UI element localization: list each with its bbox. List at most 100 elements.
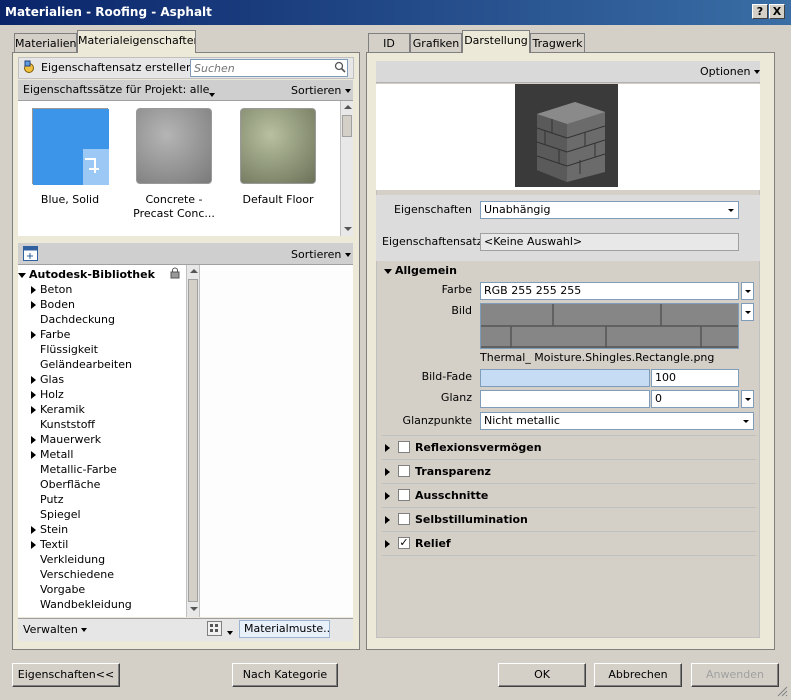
tree-item[interactable]: Wandbekleidung	[31, 597, 132, 612]
eigenschaften-select[interactable]: Unabhängig	[480, 201, 739, 219]
section-allgemein[interactable]: Allgemein	[384, 264, 457, 277]
view-grid-icon[interactable]	[207, 621, 222, 636]
section-row[interactable]: Transparenz	[382, 460, 756, 484]
chevron-down-icon	[344, 253, 351, 257]
chevron-right-icon[interactable]	[31, 301, 36, 309]
bildfade-input[interactable]: 100	[651, 369, 739, 387]
tree-item[interactable]: Beton	[31, 282, 72, 297]
section-checkbox[interactable]	[398, 441, 410, 453]
chevron-right-icon[interactable]	[31, 526, 36, 534]
thumb-blue-solid[interactable]	[32, 108, 109, 185]
section-row[interactable]: Reflexionsvermögen	[382, 436, 756, 460]
tree-item[interactable]: Textil	[31, 537, 68, 552]
section-row[interactable]: Ausschnitte	[382, 484, 756, 508]
sort-button[interactable]: Sortieren	[291, 84, 354, 97]
chevron-right-icon[interactable]	[31, 286, 36, 294]
section-checkbox[interactable]: ✓	[398, 537, 410, 549]
chevron-right-icon[interactable]	[31, 406, 36, 414]
tree-item[interactable]: Vorgabe	[31, 582, 85, 597]
bildfade-slider[interactable]	[480, 369, 650, 387]
chevron-right-icon[interactable]	[31, 376, 36, 384]
tree-item[interactable]: Keramik	[31, 402, 85, 417]
tree-item[interactable]: Putz	[31, 492, 64, 507]
resize-grip-icon[interactable]	[776, 685, 788, 697]
tab-grafiken[interactable]: Grafiken	[410, 33, 462, 53]
chevron-right-icon[interactable]	[385, 540, 390, 548]
tree-item[interactable]: Metall	[31, 447, 73, 462]
by-category-button[interactable]: Nach Kategorie	[232, 663, 338, 687]
library-root[interactable]: Autodesk-Bibliothek	[18, 267, 155, 282]
chevron-down-icon[interactable]	[227, 626, 236, 639]
chevron-right-icon[interactable]	[31, 436, 36, 444]
bild-label: Bild	[451, 304, 472, 317]
close-button[interactable]: X	[769, 4, 785, 19]
chevron-right-icon[interactable]	[385, 444, 390, 452]
create-set-icon[interactable]	[22, 60, 36, 74]
section-checkbox[interactable]	[398, 489, 410, 501]
properties-toggle-button[interactable]: Eigenschaften<<	[12, 663, 120, 687]
tab-materialien[interactable]: Materialien	[14, 33, 77, 53]
material-preview[interactable]	[515, 84, 618, 187]
manage-button[interactable]: Verwalten	[23, 623, 90, 636]
farbe-field[interactable]: RGB 255 255 255	[480, 282, 739, 300]
library-panel-icon[interactable]	[23, 246, 38, 261]
thumbs-scrollbar[interactable]	[340, 101, 353, 236]
tree-item[interactable]: Holz	[31, 387, 64, 402]
section-row[interactable]: ✓ Relief	[382, 532, 756, 556]
tree-item[interactable]: Verschiedene	[31, 567, 114, 582]
ok-button[interactable]: OK	[498, 663, 586, 687]
tree-item-label: Metall	[40, 448, 74, 461]
tree-item[interactable]: Glas	[31, 372, 64, 387]
thumb-default-floor[interactable]	[240, 108, 316, 184]
tree-item[interactable]: Farbe	[31, 327, 70, 342]
tree-item[interactable]: Flüssigkeit	[31, 342, 98, 357]
tree-item-label: Verkleidung	[40, 553, 106, 566]
tab-materialeigenschaften[interactable]: Materialeigenschaften	[77, 30, 196, 53]
apply-button[interactable]: Anwenden	[691, 663, 779, 687]
create-set-button[interactable]: Eigenschaftensatz erstellen	[41, 61, 205, 74]
library-sort-button[interactable]: Sortieren	[291, 248, 354, 261]
chevron-right-icon[interactable]	[385, 516, 390, 524]
chevron-down-icon[interactable]	[209, 88, 218, 101]
tree-item[interactable]: Spiegel	[31, 507, 81, 522]
bild-dropdown[interactable]	[741, 303, 754, 321]
tree-item[interactable]: Stein	[31, 522, 68, 537]
tree-scrollbar[interactable]	[186, 265, 199, 617]
options-button[interactable]: Optionen	[700, 65, 763, 78]
tree-item[interactable]: Geländearbeiten	[31, 357, 132, 372]
chevron-right-icon[interactable]	[31, 541, 36, 549]
thumb-concrete-precast[interactable]	[136, 108, 212, 184]
section-checkbox[interactable]	[398, 465, 410, 477]
bild-image-swatch[interactable]	[480, 303, 739, 349]
help-button[interactable]: ?	[752, 4, 768, 19]
library-title: Autodesk-Bibliothek	[29, 268, 155, 281]
chevron-right-icon[interactable]	[385, 492, 390, 500]
chevron-right-icon[interactable]	[31, 451, 36, 459]
tree-item[interactable]: Boden	[31, 297, 75, 312]
search-icon[interactable]	[334, 61, 346, 73]
tree-item[interactable]: Metallic-Farbe	[31, 462, 117, 477]
glanz-slider[interactable]	[480, 390, 650, 408]
tab-tragwerk[interactable]: Tragwerk	[530, 33, 585, 53]
tree-item[interactable]: Mauerwerk	[31, 432, 101, 447]
chevron-right-icon[interactable]	[31, 331, 36, 339]
section-row[interactable]: Selbstillumination	[382, 508, 756, 532]
glanzpunkte-select[interactable]: Nicht metallic	[480, 412, 754, 430]
tree-item[interactable]: Verkleidung	[31, 552, 105, 567]
material-pattern-button[interactable]: Materialmuste...	[239, 620, 330, 638]
chevron-right-icon[interactable]	[31, 391, 36, 399]
section-checkbox[interactable]	[398, 513, 410, 525]
search-input[interactable]	[190, 59, 348, 77]
chevron-down-icon	[384, 268, 392, 274]
tab-id[interactable]: ID	[368, 33, 410, 53]
tree-item[interactable]: Dachdeckung	[31, 312, 115, 327]
chevron-right-icon[interactable]	[385, 468, 390, 476]
glanz-dropdown[interactable]	[741, 390, 754, 408]
glanz-input[interactable]: 0	[651, 390, 739, 408]
tab-darstellung[interactable]: Darstellung	[462, 30, 530, 53]
cancel-button[interactable]: Abbrechen	[594, 663, 682, 687]
tree-item[interactable]: Kunststoff	[31, 417, 95, 432]
farbe-dropdown[interactable]	[741, 282, 754, 300]
tree-item[interactable]: Oberfläche	[31, 477, 100, 492]
create-set-label: Eigenschaftensatz erstellen	[41, 61, 193, 74]
